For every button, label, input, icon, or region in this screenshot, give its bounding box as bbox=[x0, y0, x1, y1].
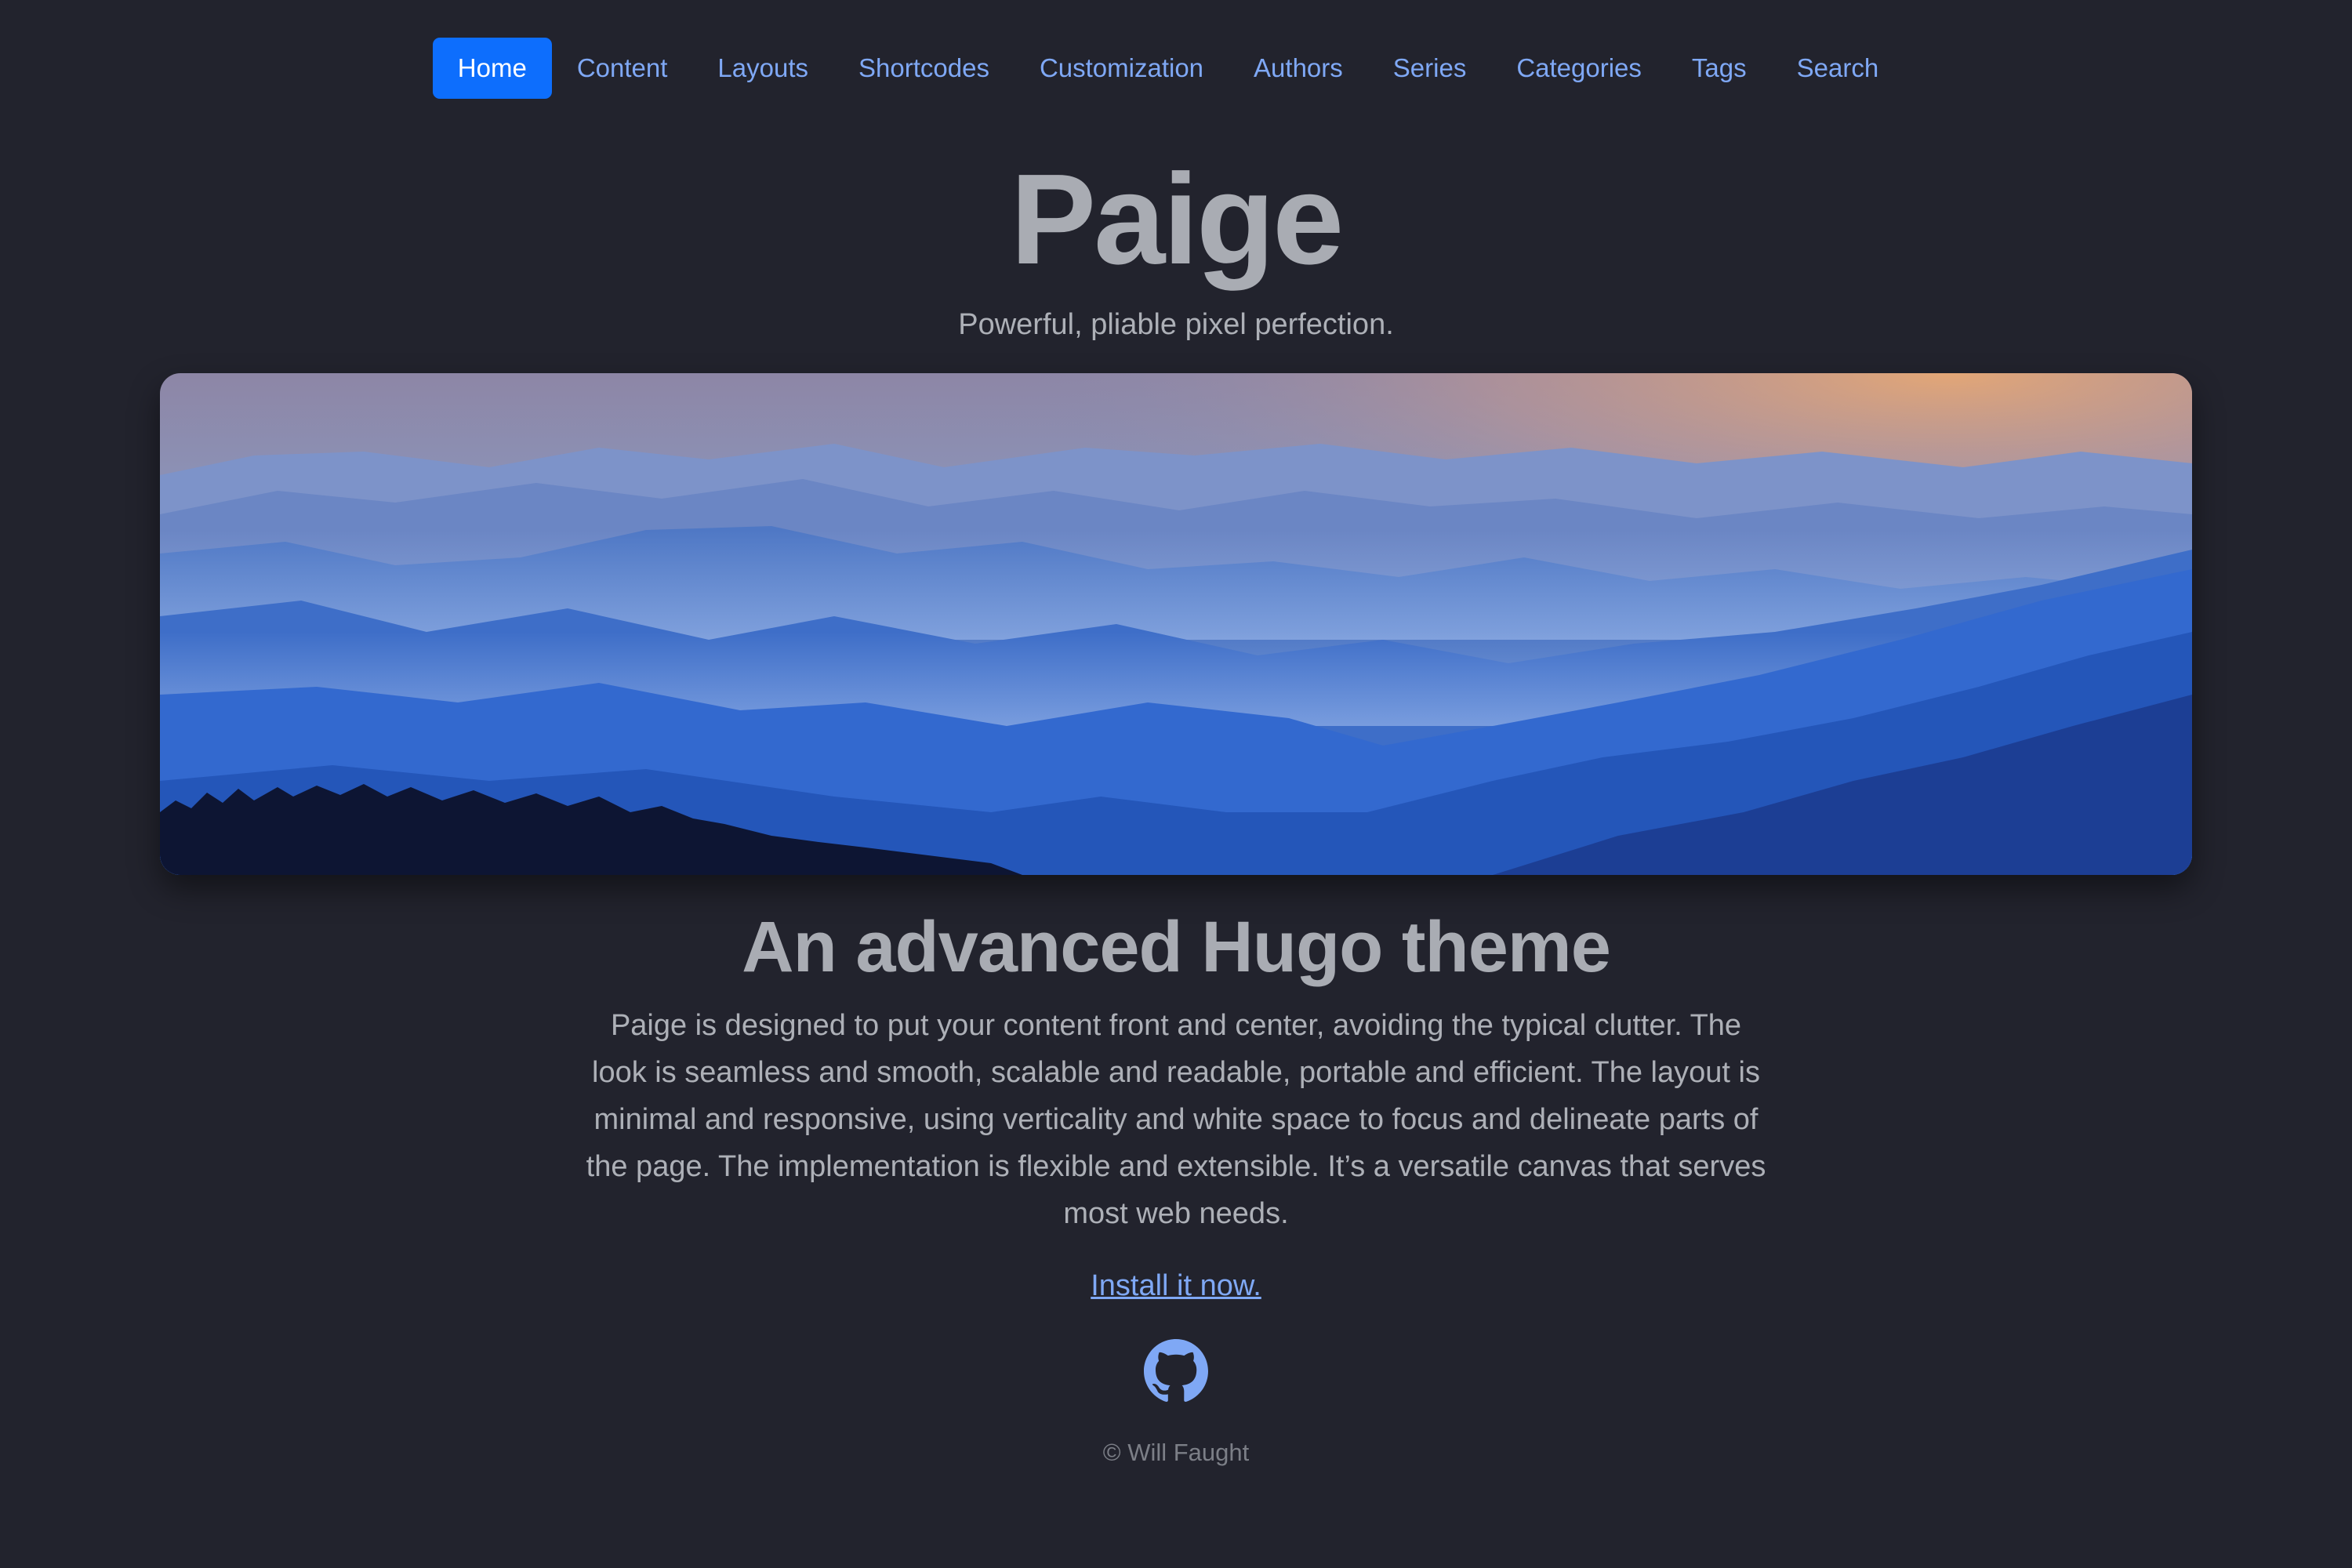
nav-item-shortcodes[interactable]: Shortcodes bbox=[833, 38, 1014, 99]
nav-item-authors[interactable]: Authors bbox=[1229, 38, 1368, 99]
nav-item-search[interactable]: Search bbox=[1772, 38, 1904, 99]
main-nav: Home Content Layouts Shortcodes Customiz… bbox=[0, 38, 2352, 99]
site-tagline: Powerful, pliable pixel perfection. bbox=[958, 308, 1394, 341]
intro-paragraph: Paige is designed to put your content fr… bbox=[586, 1009, 1766, 1230]
nav-item-categories[interactable]: Categories bbox=[1491, 38, 1667, 99]
site-title: Paige bbox=[1010, 147, 1345, 291]
section-heading: An advanced Hugo theme bbox=[742, 907, 1611, 987]
nav-item-tags[interactable]: Tags bbox=[1667, 38, 1772, 99]
nav-item-series[interactable]: Series bbox=[1368, 38, 1492, 99]
hero-image bbox=[160, 373, 2192, 875]
install-link[interactable]: Install it now. bbox=[1091, 1269, 1261, 1302]
nav-item-content[interactable]: Content bbox=[552, 38, 693, 99]
copyright-text: © Will Faught bbox=[1102, 1439, 1250, 1466]
nav-item-layouts[interactable]: Layouts bbox=[692, 38, 833, 99]
github-icon[interactable] bbox=[1144, 1339, 1208, 1403]
nav-item-customization[interactable]: Customization bbox=[1014, 38, 1229, 99]
install-link-wrapper: Install it now. bbox=[0, 1264, 2352, 1308]
nav-item-home[interactable]: Home bbox=[432, 38, 552, 99]
mountains-landscape-image bbox=[160, 373, 2192, 875]
page: Home Content Layouts Shortcodes Customiz… bbox=[0, 0, 2352, 1568]
